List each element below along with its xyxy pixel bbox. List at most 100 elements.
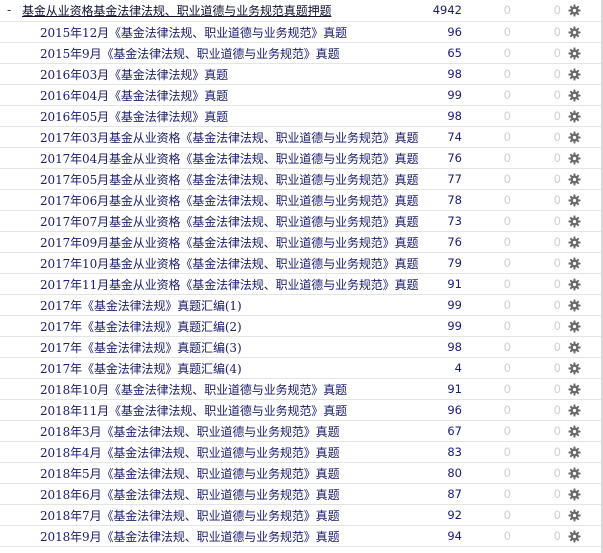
deck-name-link[interactable]: 2018年5月《基金法律法规、职业道德与业务规范》真题 xyxy=(40,465,340,482)
deck-name-link[interactable]: 2018年10月《基金法律法规、职业道德与业务规范》真题 xyxy=(40,381,347,398)
deck-name-link[interactable]: 2017年《基金法律法规》真题汇编(1) xyxy=(40,297,242,314)
gear-icon[interactable] xyxy=(568,152,581,165)
due-count: 0 xyxy=(553,361,561,375)
learn-count: 0 xyxy=(503,319,511,333)
deck-row: 2017年11月基金从业资格《基金法律法规、职业道德与业务规范》真题 91 0 0 xyxy=(0,274,603,295)
deck-row: 2018年7月《基金法律法规、职业道德与业务规范》真题 92 0 0 xyxy=(0,505,603,526)
deck-name-link[interactable]: 2015年9月《基金法律法规、职业道德与业务规范》真题 xyxy=(40,45,340,62)
deck-row: 2016年05月《基金法律法规》真题 98 0 0 xyxy=(0,106,603,127)
gear-icon[interactable] xyxy=(568,173,581,186)
gear-icon[interactable] xyxy=(568,320,581,333)
deck-name-link[interactable]: 2017年06月基金从业资格《基金法律法规、职业道德与业务规范》真题 xyxy=(40,192,419,209)
sub-deck-list: 2015年12月《基金法律法规、职业道德与业务规范》真题 96 0 0 2015年9月… xyxy=(0,22,603,547)
gear-icon[interactable] xyxy=(568,236,581,249)
gear-icon[interactable] xyxy=(568,110,581,123)
due-count: 0 xyxy=(553,466,561,480)
deck-name-link[interactable]: 2018年7月《基金法律法规、职业道德与业务规范》真题 xyxy=(40,507,340,524)
gear-icon[interactable] xyxy=(568,131,581,144)
deck-name-link[interactable]: 2017年《基金法律法规》真题汇编(3) xyxy=(40,339,242,356)
gear-icon[interactable] xyxy=(568,530,581,543)
gear-icon[interactable] xyxy=(568,446,581,459)
new-count: 96 xyxy=(447,25,462,39)
learn-count: 0 xyxy=(503,529,511,543)
deck-name-link[interactable]: 2018年3月《基金法律法规、职业道德与业务规范》真题 xyxy=(40,423,340,440)
deck-row: 2017年《基金法律法规》真题汇编(3) 98 0 0 xyxy=(0,337,603,358)
new-count: 73 xyxy=(447,214,462,228)
gear-icon[interactable] xyxy=(568,26,581,39)
gear-icon[interactable] xyxy=(568,47,581,60)
deck-row: 2017年《基金法律法规》真题汇编(2) 99 0 0 xyxy=(0,316,603,337)
due-count: 0 xyxy=(553,340,561,354)
gear-icon[interactable] xyxy=(568,299,581,312)
due-count: 0 xyxy=(553,193,561,207)
due-count: 0 xyxy=(553,424,561,438)
learn-count: 0 xyxy=(503,88,511,102)
gear-icon[interactable] xyxy=(568,362,581,375)
deck-row: 2017年04月基金从业资格《基金法律法规、职业道德与业务规范》真题 76 0 0 xyxy=(0,148,603,169)
due-count: 0 xyxy=(553,319,561,333)
gear-icon[interactable] xyxy=(568,215,581,228)
gear-icon[interactable] xyxy=(568,509,581,522)
due-count: 0 xyxy=(553,298,561,312)
gear-icon[interactable] xyxy=(568,383,581,396)
learn-count: 0 xyxy=(503,403,511,417)
new-count: 76 xyxy=(447,151,462,165)
deck-name-link[interactable]: 2018年11月《基金法律法规、职业道德与业务规范》真题 xyxy=(40,402,347,419)
due-count: 0 xyxy=(553,235,561,249)
deck-row: 2016年04月《基金法律法规》真题 99 0 0 xyxy=(0,85,603,106)
learn-count: 0 xyxy=(503,256,511,270)
new-count: 67 xyxy=(447,424,462,438)
collapse-toggle[interactable]: - xyxy=(7,3,11,17)
gear-icon[interactable] xyxy=(568,341,581,354)
deck-row: 2017年09月基金从业资格《基金法律法规、职业道德与业务规范》真题 76 0 0 xyxy=(0,232,603,253)
deck-name-link[interactable]: 2017年《基金法律法规》真题汇编(2) xyxy=(40,318,242,335)
deck-row: 2016年03月《基金法律法规》真题 98 0 0 xyxy=(0,64,603,85)
deck-name-link[interactable]: 基金从业资格基金法律法规、职业道德与业务规范真题押题 xyxy=(22,2,332,19)
gear-icon[interactable] xyxy=(568,89,581,102)
due-count: 0 xyxy=(553,3,561,17)
learn-count: 0 xyxy=(503,298,511,312)
deck-name-link[interactable]: 2017年05月基金从业资格《基金法律法规、职业道德与业务规范》真题 xyxy=(40,171,419,188)
new-count: 83 xyxy=(447,445,462,459)
deck-name-link[interactable]: 2018年9月《基金法律法规、职业道德与业务规范》真题 xyxy=(40,528,340,545)
deck-name-link[interactable]: 2017年10月基金从业资格《基金法律法规、职业道德与业务规范》真题 xyxy=(40,255,419,272)
due-count: 0 xyxy=(553,403,561,417)
deck-name-link[interactable]: 2017年11月基金从业资格《基金法律法规、职业道德与业务规范》真题 xyxy=(40,276,419,293)
deck-row: 2017年《基金法律法规》真题汇编(4) 4 0 0 xyxy=(0,358,603,379)
gear-icon[interactable] xyxy=(568,467,581,480)
new-count: 99 xyxy=(447,88,462,102)
learn-count: 0 xyxy=(503,382,511,396)
gear-icon[interactable] xyxy=(568,488,581,501)
due-count: 0 xyxy=(553,508,561,522)
deck-name-link[interactable]: 2015年12月《基金法律法规、职业道德与业务规范》真题 xyxy=(40,24,347,41)
deck-name-link[interactable]: 2016年03月《基金法律法规》真题 xyxy=(40,66,228,83)
deck-name-link[interactable]: 2017年07月基金从业资格《基金法律法规、职业道德与业务规范》真题 xyxy=(40,213,419,230)
deck-name-link[interactable]: 2017年《基金法律法规》真题汇编(4) xyxy=(40,360,242,377)
learn-count: 0 xyxy=(503,508,511,522)
new-count: 98 xyxy=(447,109,462,123)
due-count: 0 xyxy=(553,256,561,270)
gear-icon[interactable] xyxy=(568,257,581,270)
new-count: 98 xyxy=(447,67,462,81)
deck-name-link[interactable]: 2017年04月基金从业资格《基金法律法规、职业道德与业务规范》真题 xyxy=(40,150,419,167)
deck-row: 2017年05月基金从业资格《基金法律法规、职业道德与业务规范》真题 77 0 0 xyxy=(0,169,603,190)
new-count: 99 xyxy=(447,319,462,333)
due-count: 0 xyxy=(553,130,561,144)
learn-count: 0 xyxy=(503,67,511,81)
learn-count: 0 xyxy=(503,361,511,375)
learn-count: 0 xyxy=(503,46,511,60)
gear-icon[interactable] xyxy=(568,278,581,291)
deck-name-link[interactable]: 2017年09月基金从业资格《基金法律法规、职业道德与业务规范》真题 xyxy=(40,234,419,251)
deck-name-link[interactable]: 2018年6月《基金法律法规、职业道德与业务规范》真题 xyxy=(40,486,340,503)
deck-row: 2018年3月《基金法律法规、职业道德与业务规范》真题 67 0 0 xyxy=(0,421,603,442)
deck-name-link[interactable]: 2016年05月《基金法律法规》真题 xyxy=(40,108,228,125)
gear-icon[interactable] xyxy=(568,194,581,207)
gear-icon[interactable] xyxy=(568,425,581,438)
gear-icon[interactable] xyxy=(568,404,581,417)
gear-icon[interactable] xyxy=(568,4,581,17)
deck-name-link[interactable]: 2017年03月基金从业资格《基金法律法规、职业道德与业务规范》真题 xyxy=(40,129,419,146)
deck-row: 2017年《基金法律法规》真题汇编(1) 99 0 0 xyxy=(0,295,603,316)
deck-name-link[interactable]: 2018年4月《基金法律法规、职业道德与业务规范》真题 xyxy=(40,444,340,461)
deck-name-link[interactable]: 2016年04月《基金法律法规》真题 xyxy=(40,87,228,104)
gear-icon[interactable] xyxy=(568,68,581,81)
